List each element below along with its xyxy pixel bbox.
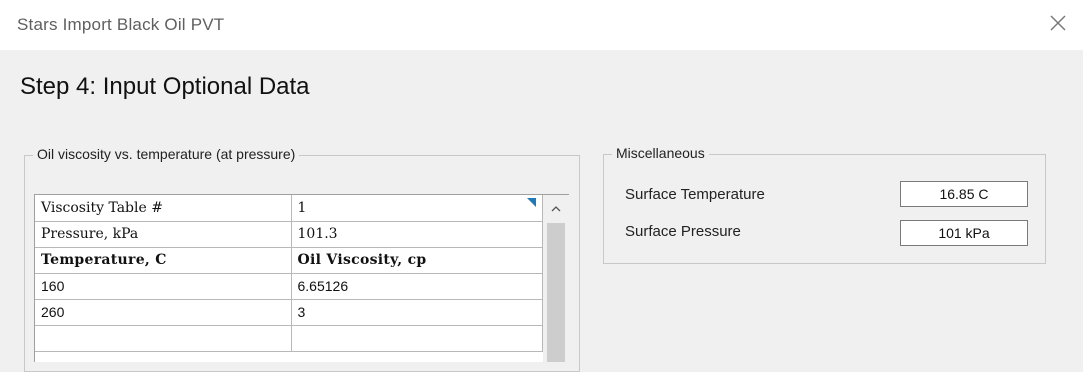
surface-temperature-label: Surface Temperature bbox=[625, 186, 765, 203]
viscosity-table-number-value: 1 bbox=[297, 199, 307, 216]
vertical-scrollbar[interactable] bbox=[543, 195, 569, 362]
viscosity-grid[interactable]: Viscosity Table # 1 Pressure, kPa 101.3 … bbox=[34, 194, 569, 362]
viscosity-table-number-label: Viscosity Table # bbox=[35, 195, 292, 222]
temperature-cell[interactable]: 260 bbox=[35, 299, 292, 326]
viscosity-group-legend: Oil viscosity vs. temperature (at pressu… bbox=[33, 146, 300, 162]
scrollbar-thumb[interactable] bbox=[547, 223, 565, 362]
empty-viscosity-cell[interactable] bbox=[291, 325, 543, 352]
viscosity-cell[interactable]: 3 bbox=[291, 299, 543, 326]
close-icon[interactable] bbox=[1047, 12, 1069, 34]
miscellaneous-group-legend: Miscellaneous bbox=[612, 145, 709, 161]
temperature-cell[interactable]: 160 bbox=[35, 273, 292, 300]
page-title: Step 4: Input Optional Data bbox=[20, 73, 310, 100]
dropdown-marker-icon bbox=[526, 198, 536, 207]
empty-temperature-cell[interactable] bbox=[35, 325, 292, 352]
surface-pressure-label: Surface Pressure bbox=[625, 223, 741, 240]
table-row: 160 6.65126 bbox=[35, 273, 543, 300]
viscosity-table: Viscosity Table # 1 Pressure, kPa 101.3 … bbox=[35, 195, 543, 352]
table-header-row: Temperature, C Oil Viscosity, cp bbox=[35, 247, 543, 274]
table-row: Viscosity Table # 1 bbox=[35, 195, 543, 222]
table-row: Pressure, kPa 101.3 bbox=[35, 221, 543, 248]
window-title: Stars Import Black Oil PVT bbox=[17, 15, 225, 34]
table-row bbox=[35, 325, 543, 352]
chevron-up-icon[interactable] bbox=[543, 195, 569, 221]
column-header-temperature: Temperature, C bbox=[35, 247, 292, 274]
viscosity-table-number-cell[interactable]: 1 bbox=[291, 195, 543, 222]
miscellaneous-groupbox: Miscellaneous bbox=[603, 145, 1046, 264]
surface-temperature-field[interactable]: 16.85 C bbox=[900, 181, 1028, 207]
surface-pressure-field[interactable]: 101 kPa bbox=[900, 220, 1028, 246]
title-bar: Stars Import Black Oil PVT bbox=[0, 0, 1083, 50]
table-row: 260 3 bbox=[35, 299, 543, 326]
pressure-cell[interactable]: 101.3 bbox=[291, 221, 543, 248]
column-header-viscosity: Oil Viscosity, cp bbox=[291, 247, 543, 274]
pressure-label: Pressure, kPa bbox=[35, 221, 292, 248]
viscosity-cell[interactable]: 6.65126 bbox=[291, 273, 543, 300]
